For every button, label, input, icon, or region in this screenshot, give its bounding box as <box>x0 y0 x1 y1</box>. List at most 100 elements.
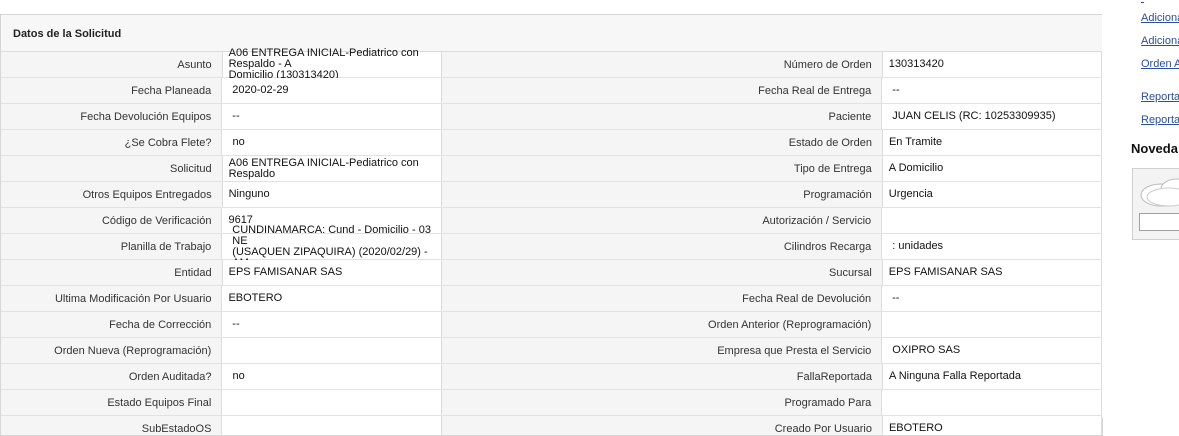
right-field-label: Paciente <box>441 104 882 129</box>
left-field-label: Asunto <box>1 52 222 77</box>
right-field-value <box>881 390 1102 415</box>
gutter <box>1102 0 1130 418</box>
left-field-value-text: EPS FAMISANAR SAS <box>228 266 343 278</box>
right-field-value <box>881 208 1102 233</box>
left-field-value <box>221 338 442 363</box>
left-field-value-text: A06 ENTREGA INICIAL-Pediatrico con Respa… <box>228 156 422 180</box>
detail-row: Asunto A06 ENTREGA INICIAL-Pediatrico con… <box>1 48 1102 81</box>
right-field-value-text: A Domicilio <box>888 162 944 174</box>
right-field-label: Autorización / Servicio <box>441 208 882 233</box>
left-field-label: Orden Auditada? <box>1 364 222 389</box>
right-field-label: Número de Orden <box>441 52 882 77</box>
sidebar-link-adiciona-1[interactable]: Adiciona <box>1141 12 1179 24</box>
left-field-label: Entidad <box>1 260 222 285</box>
left-field-value-text: 2020-02-29 <box>232 84 289 96</box>
left-field-value: no <box>221 364 443 389</box>
details-grid: Asunto A06 ENTREGA INICIAL-Pediatrico con… <box>1 48 1102 435</box>
left-field-value: -- <box>221 312 442 337</box>
right-field-value: Urgencia <box>881 182 1102 207</box>
right-field-value: JUAN CELIS (RC: 10253309935) <box>881 104 1102 129</box>
right-field-value: OXIPRO SAS <box>881 338 1102 363</box>
right-field-value: A Domicilio <box>881 156 1102 181</box>
left-field-label: Ultima Modificación Por Usuario <box>1 286 222 311</box>
sidebar-link-adiciona-2[interactable]: Adiciona <box>1141 35 1179 47</box>
left-field-label: Código de Verificación <box>1 208 222 233</box>
right-field-value-text: JUAN CELIS (RC: 10253309935) <box>892 110 1056 122</box>
left-field-label: Planilla de Trabajo <box>1 234 222 259</box>
left-field-value-text: no <box>232 370 245 382</box>
left-field-label: Fecha Devolución Equipos <box>1 104 222 129</box>
detail-row: Otros Equipos Entregados Ninguno Programac… <box>1 182 1102 208</box>
left-field-value: EPS FAMISANAR SAS <box>221 260 442 285</box>
detail-row: Fecha Planeada 2020-02-29 Fecha Real de En… <box>1 78 1102 104</box>
right-field-label: Empresa que Presta el Servicio <box>441 338 882 363</box>
left-field-label: Solicitud <box>1 156 222 181</box>
left-field-value: Ninguno <box>221 182 442 207</box>
left-field-label: Otros Equipos Entregados <box>1 182 222 207</box>
left-field-label: Fecha Planeada <box>1 78 222 103</box>
left-field-value: no <box>221 130 443 155</box>
left-field-label: Fecha de Corrección <box>1 312 222 337</box>
detail-row: Entidad EPS FAMISANAR SAS Sucursal EPS FAMI… <box>1 260 1102 286</box>
left-field-label: Estado Equipos Final <box>1 390 222 415</box>
right-field-value-text: -- <box>892 84 900 96</box>
right-sidebar: Adiciona Adiciona Orden A Reporta Report… <box>1130 0 1179 418</box>
left-field-value-text: A06 ENTREGA INICIAL-Pediatrico con Respa… <box>228 47 419 81</box>
right-field-value: : unidades <box>881 234 1102 259</box>
left-field-value <box>221 416 443 435</box>
left-field-label: Orden Nueva (Reprogramación) <box>1 338 222 363</box>
left-field-value <box>221 390 442 415</box>
right-field-value: EPS FAMISANAR SAS <box>881 260 1102 285</box>
panel-title: Datos de la Solicitud <box>1 15 1102 52</box>
right-field-value-text: : unidades <box>892 240 944 252</box>
detail-row: Código de Verificación 9617 Autorización /… <box>1 208 1102 234</box>
sidebar-heading-novedades: Noveda <box>1131 141 1178 156</box>
right-field-value-text: EBOTERO <box>888 422 943 434</box>
right-field-value-text: Urgencia <box>888 188 933 200</box>
detail-row: Orden Nueva (Reprogramación) Empresa que … <box>1 338 1102 364</box>
left-field-value-text: EBOTERO <box>228 292 283 304</box>
sidebar-link-reporta-2[interactable]: Reporta <box>1141 114 1179 126</box>
left-field-value: A06 ENTREGA INICIAL-Pediatrico con Respa… <box>221 48 442 81</box>
left-field-value-text: Ninguno <box>228 188 270 200</box>
right-field-label: Programación <box>441 182 882 207</box>
right-field-value: EBOTERO <box>881 416 1102 435</box>
left-field-value-text: no <box>232 136 245 148</box>
right-field-label: Orden Anterior (Reprogramación) <box>441 312 882 337</box>
left-field-label: SubEstadoOS <box>1 416 222 435</box>
right-field-value: -- <box>881 78 1102 103</box>
right-field-label: Creado Por Usuario <box>442 416 882 435</box>
right-field-label: Cilindros Recarga <box>441 234 882 259</box>
detail-row: Ultima Modificación Por Usuario EBOTERO Fe… <box>1 286 1102 312</box>
detail-row: Estado Equipos Final Programado Para <box>1 390 1102 416</box>
sidebar-link-partial[interactable] <box>1141 0 1144 4</box>
right-field-label: Sucursal <box>441 260 882 285</box>
right-field-value-text: EPS FAMISANAR SAS <box>888 266 1003 278</box>
right-field-label: Fecha Real de Devolución <box>441 286 882 311</box>
right-field-label: Estado de Orden <box>442 130 882 155</box>
left-field-label: ¿Se Cobra Flete? <box>1 130 222 155</box>
right-field-value-text: En Tramite <box>888 136 943 148</box>
right-field-label: Programado Para <box>441 390 882 415</box>
detail-row: Planilla de Trabajo CUNDINAMARCA: Cund - … <box>1 224 1102 268</box>
novedades-box <box>1132 168 1179 240</box>
right-field-value: A Ninguna Falla Reportada <box>881 364 1102 389</box>
left-field-value: -- <box>221 104 442 129</box>
sidebar-link-reporta-1[interactable]: Reporta <box>1141 91 1179 103</box>
novedades-input[interactable] <box>1139 213 1179 231</box>
detail-row: ¿Se Cobra Flete? no Estado de Orden En Tram… <box>1 130 1102 156</box>
right-field-label: Fecha Real de Entrega <box>441 78 882 103</box>
left-field-value-text: -- <box>232 318 240 330</box>
left-field-value: EBOTERO <box>221 286 442 311</box>
right-field-value: En Tramite <box>881 130 1102 155</box>
right-field-label: Tipo de Entrega <box>441 156 882 181</box>
right-field-value-text: A Ninguna Falla Reportada <box>888 370 1022 382</box>
right-field-value: -- <box>881 286 1102 311</box>
cloud-icon <box>1140 178 1179 207</box>
right-field-label: FallaReportada <box>442 364 882 389</box>
detail-row: Solicitud A06 ENTREGA INICIAL-Pediatrico … <box>1 156 1102 182</box>
right-field-value <box>881 312 1102 337</box>
sidebar-link-orden[interactable]: Orden A <box>1141 58 1179 70</box>
left-field-value: CUNDINAMARCA: Cund - Domicilio - 03 NE (… <box>221 224 442 268</box>
right-field-value-text: OXIPRO SAS <box>892 344 961 356</box>
